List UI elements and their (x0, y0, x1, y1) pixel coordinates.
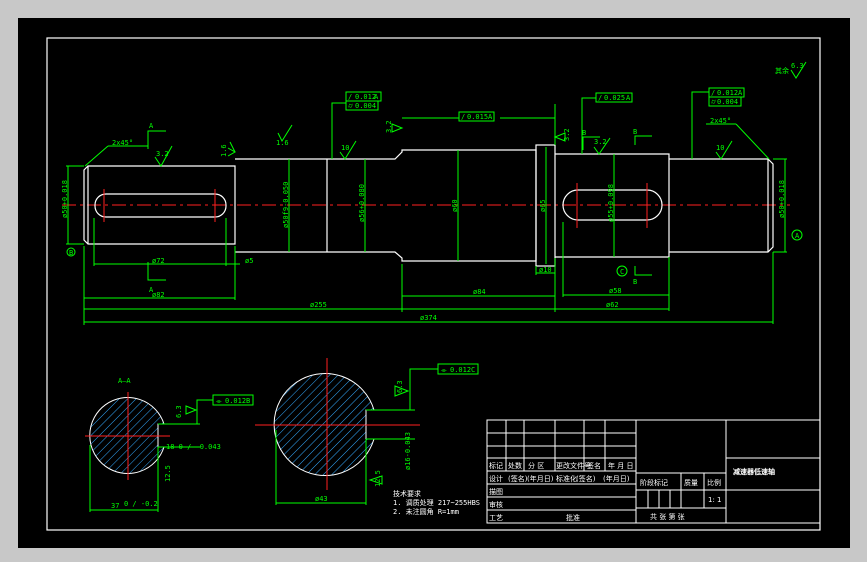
drawing-label: 1. 调质处理 217~255HBS (393, 498, 480, 507)
drawing-label: 2. 未注圆角 R=1mm (393, 507, 459, 516)
drawing-label: / (348, 93, 352, 101)
part-name: 减速器低速轴 (733, 467, 775, 476)
drawing-label: 设计 (489, 474, 503, 483)
drawing-label: / (711, 89, 715, 97)
drawing-label: C (471, 366, 475, 374)
dim-dia4: ø60 (451, 199, 459, 212)
drawing-label: 1.6 (276, 139, 289, 147)
chamfer-right: 2x45° (710, 117, 731, 125)
drawing-label: B (633, 128, 637, 136)
drawing-label: 0.012 (717, 89, 738, 97)
dim-62: ø62 (606, 301, 619, 309)
dim-82: ø82 (152, 291, 165, 299)
drawing-label: 18 0 / -0.043 (166, 443, 221, 451)
drawing-label: 3.2 (563, 128, 571, 141)
drawing-label: 0.012 (450, 366, 471, 374)
drawing-label: 更改文件号 (556, 461, 591, 470)
drawing-label: 处数 (508, 461, 522, 470)
drawing-label: 标记 (489, 461, 503, 470)
drawing-label: ⌭ (711, 98, 716, 106)
dim-dia6: ø55+0.098 (607, 184, 615, 222)
drawing-label: ⌭ (348, 102, 353, 110)
chamfer-left: 2x45° (112, 139, 133, 147)
drawing-label: / (598, 94, 602, 102)
drawing-label: 3.2 (594, 138, 607, 146)
drawing-canvas[interactable]: ø50+0.018 ø50f9-0.050 ø56+0.080 ø60 ø65 … (0, 0, 867, 562)
drawing-label: 1.6 (220, 144, 228, 157)
drawing-label: 10 (341, 144, 349, 152)
drawing-label: B (246, 397, 250, 405)
drawing-label: (签名) (508, 474, 528, 483)
drawing-label: 3.2 (156, 150, 169, 158)
cad-drawing-viewport[interactable]: ø50+0.018 ø50f9-0.050 ø56+0.080 ø60 ø65 … (0, 0, 867, 562)
drawing-label: ø43 (315, 495, 328, 503)
drawing-label: C (620, 268, 624, 276)
drawing-label: 0.012 (225, 397, 246, 405)
drawing-label: B (633, 278, 637, 286)
drawing-label: 37 (111, 502, 119, 510)
drawing-label: 0.004 (717, 98, 738, 106)
dim-72: ø72 (152, 257, 165, 265)
drawing-label: 0.025 (604, 94, 625, 102)
drawing-label: (签名) (576, 474, 596, 483)
drawing-label: (年月日) (527, 474, 554, 483)
drawing-label: 6.3 (791, 62, 804, 70)
drawing-label: 签名 (587, 461, 601, 470)
drawing-label: 批准 (566, 513, 580, 522)
section-aa-title: A—A (118, 377, 131, 385)
drawing-label: 阶段标记 (640, 478, 668, 487)
drawing-label: 0.004 (355, 102, 376, 110)
dim-dia1: ø50+0.018 (61, 180, 69, 218)
dim-10: ø10 (539, 266, 552, 274)
drawing-label: 0 / -0.2 (124, 500, 158, 508)
drawing-label: 0.015 (467, 113, 488, 121)
dim-255: ø255 (310, 301, 327, 309)
drawing-label: 分 区 (528, 461, 544, 470)
drawing-label: 共 张 第 张 (650, 512, 685, 521)
drawing-label: 技术要求 (393, 489, 421, 498)
drawing-label: 工艺 (489, 514, 503, 522)
drawing-label: ø16-0.043 (404, 432, 412, 470)
drawing-label: B (69, 249, 73, 257)
dim-dia2: ø50f9-0.050 (282, 182, 290, 228)
drawing-label: 12.5 (164, 465, 172, 482)
dim-374: ø374 (420, 314, 437, 322)
drawing-label: (年月日) (603, 474, 630, 483)
dim-dia7: ø50+0.018 (778, 180, 786, 218)
drawing-label: 0.012 (355, 93, 376, 101)
drawing-label: 描图 (489, 487, 503, 496)
drawing-label: 10 (716, 144, 724, 152)
drawing-label: 审核 (489, 500, 503, 509)
drawing-label: ⌯ (441, 366, 447, 374)
dim-5: ø5 (245, 257, 253, 265)
drawing-label: 6.3 (175, 405, 183, 418)
drawing-label: 标准化 (556, 474, 577, 483)
drawing-label: 比例 (707, 478, 721, 487)
dim-dia3: ø56+0.080 (358, 184, 366, 222)
dim-84: ø84 (473, 288, 486, 296)
dim-58: ø58 (609, 287, 622, 295)
drawing-label: 年 月 日 (608, 461, 633, 470)
roughness-other-label: 其余 (775, 66, 789, 75)
drawing-label: ⌯ (216, 397, 222, 405)
drawing-label: B (582, 129, 586, 137)
drawing-label: 1: 1 (708, 496, 722, 504)
drawing-label: 3.2 (385, 120, 393, 133)
drawing-label: 质量 (684, 478, 698, 487)
drawing-label: / (461, 113, 465, 121)
dim-dia5: ø65 (539, 199, 547, 212)
